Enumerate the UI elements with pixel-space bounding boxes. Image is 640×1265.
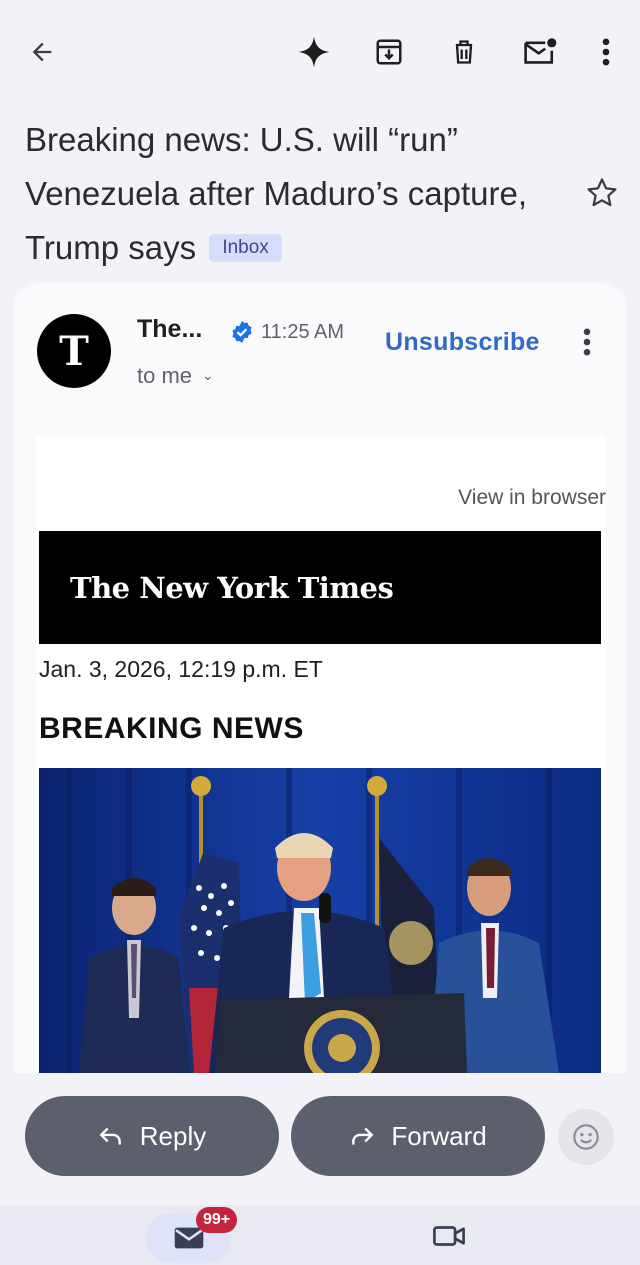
reply-icon [99,1127,121,1145]
sender-avatar[interactable]: T [37,314,111,388]
sender-name[interactable]: The... [137,315,202,344]
delete-icon[interactable] [442,30,486,74]
unsubscribe-button[interactable]: Unsubscribe [385,328,540,357]
verified-badge-icon [230,320,254,344]
view-in-browser-link[interactable]: View in browser [458,486,606,510]
chevron-down-icon: ⌄ [202,367,214,383]
received-time: 11:25 AM [261,321,345,343]
meet-video-icon[interactable] [432,1223,472,1255]
reply-actions-bar: Reply Forward [0,1073,640,1205]
breaking-news-heading: BREAKING NEWS [39,712,304,745]
news-photo[interactable] [39,768,601,1073]
avatar-letter: T [59,327,89,375]
reply-label: Reply [139,1120,207,1151]
forward-button[interactable]: Forward [291,1096,545,1176]
forward-label: Forward [391,1120,487,1151]
star-icon[interactable] [585,176,621,212]
message-card: T The... 11:25 AM Unsubscribe to me ⌄ Vie… [13,283,627,1073]
mark-unread-icon[interactable] [518,30,562,74]
email-content: View in browser The New York Times Jan. … [36,436,606,1073]
archive-icon[interactable] [367,30,411,74]
message-more-icon[interactable] [583,328,603,360]
reply-button[interactable]: Reply [25,1096,279,1176]
inbox-label-badge[interactable]: Inbox [209,234,282,262]
top-toolbar [0,0,640,106]
recipient-text: to me [137,363,193,388]
gemini-sparkle-icon[interactable] [292,30,336,74]
nyt-masthead-logo[interactable]: The New York Times [39,531,601,644]
bottom-navigation: 99+ [0,1205,640,1265]
email-subject: Breaking news: U.S. will “run” Venezuela… [25,113,580,275]
recipient-details[interactable]: to me ⌄ [137,363,214,389]
forward-icon [352,1127,374,1145]
article-dateline: Jan. 3, 2026, 12:19 p.m. ET [39,656,323,682]
more-vert-icon[interactable] [584,30,628,74]
emoji-reaction-icon[interactable] [558,1109,614,1165]
unread-count-badge: 99+ [196,1207,238,1233]
back-arrow-icon[interactable] [20,30,64,74]
